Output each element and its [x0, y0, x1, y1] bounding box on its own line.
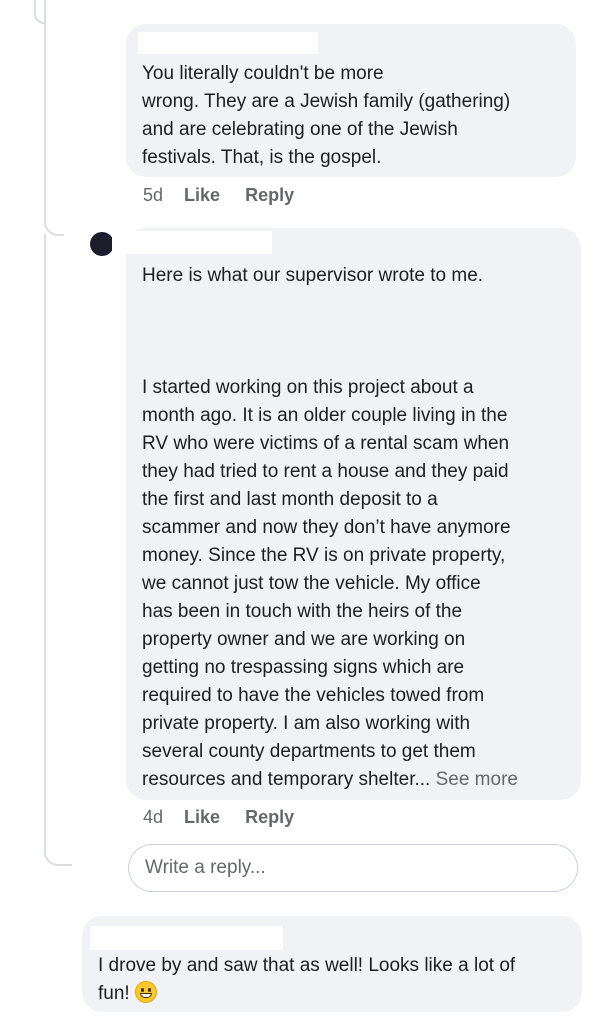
thread-line-reply-box: [44, 234, 72, 866]
comment-timestamp: 5d: [143, 185, 164, 205]
comment-actions: 5d Like Reply: [143, 185, 294, 206]
comment-text: Here is what our supervisor wrote to me.…: [142, 262, 572, 794]
comment-text: I drove by and saw that as well! Looks l…: [98, 952, 578, 1008]
comment-body: I drove by and saw that as well! Looks l…: [98, 955, 516, 1004]
redacted-author-name: [138, 32, 318, 54]
comment-timestamp: 4d: [143, 807, 164, 827]
reply-box: [128, 844, 578, 892]
comment-actions: 4d Like Reply: [143, 807, 294, 828]
redacted-author-name: [112, 231, 272, 254]
thread-line-main: [44, 0, 64, 236]
thread-line-top: [34, 0, 44, 24]
like-button[interactable]: Like: [184, 807, 220, 828]
avatar[interactable]: [90, 232, 114, 256]
reply-input[interactable]: [129, 845, 577, 891]
like-button[interactable]: Like: [184, 185, 220, 206]
comment-text: You literally couldn't be more wrong. Th…: [142, 63, 511, 168]
comment-body: Here is what our supervisor wrote to me.…: [142, 265, 511, 790]
reply-button[interactable]: Reply: [245, 185, 294, 206]
reply-button[interactable]: Reply: [245, 807, 294, 828]
grinning-face-emoji-icon: [134, 981, 157, 1003]
redacted-author-name: [90, 926, 283, 950]
see-more-link[interactable]: See more: [436, 769, 518, 790]
